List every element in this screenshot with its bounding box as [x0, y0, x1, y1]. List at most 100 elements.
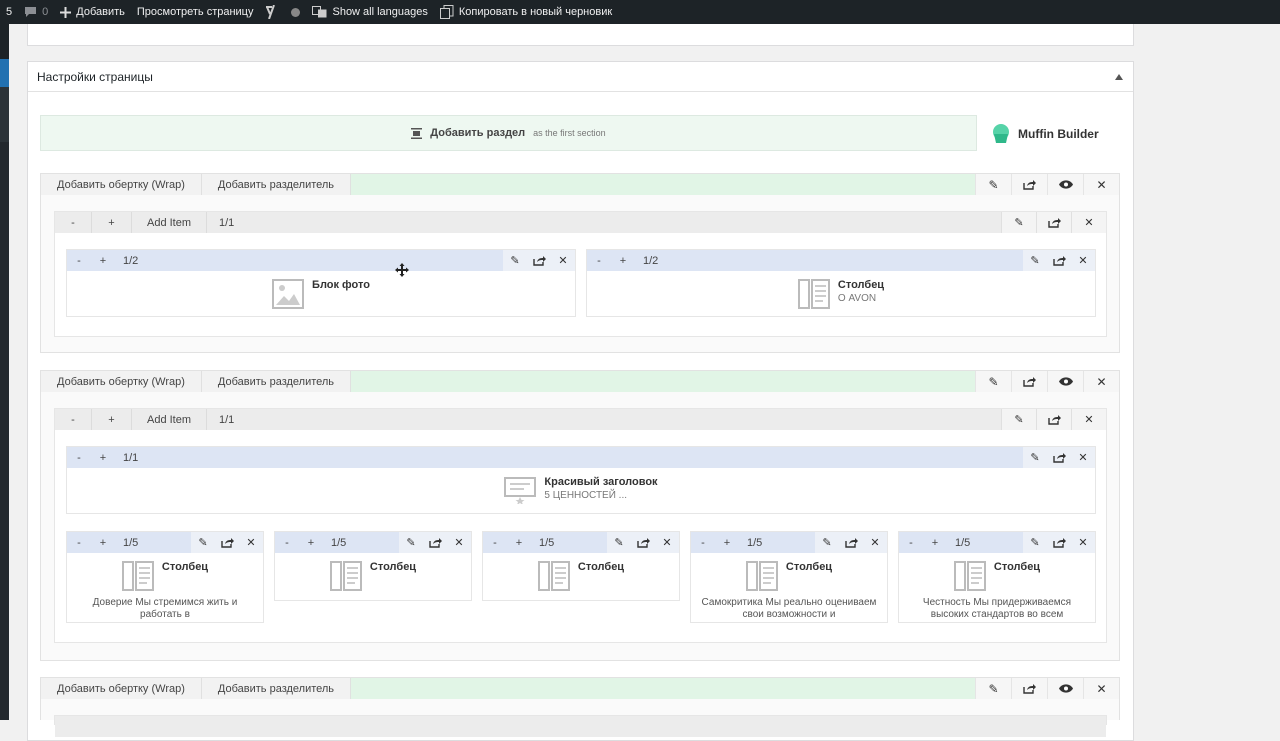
column-text-item[interactable]: Столбец	[67, 553, 263, 591]
wrap-increase-button[interactable]: +	[92, 409, 132, 430]
pencil-icon[interactable]: ✎	[815, 532, 839, 553]
admin-bar-number[interactable]: 5	[0, 0, 18, 24]
pencil-icon[interactable]: ✎	[1023, 447, 1047, 468]
column-actions: ✎ ✕	[815, 532, 887, 553]
collapse-arrow-icon[interactable]	[1115, 73, 1123, 80]
pencil-icon[interactable]: ✎	[191, 532, 215, 553]
section-drag-handle[interactable]	[351, 678, 975, 699]
add-wrap-button[interactable]: Добавить обертку (Wrap)	[41, 678, 202, 699]
export-icon[interactable]	[631, 532, 655, 553]
column-increase-button[interactable]: +	[715, 532, 739, 553]
languages-link[interactable]: Show all languages	[306, 0, 433, 24]
column-increase-button[interactable]: +	[507, 532, 531, 553]
column-text-item[interactable]: Столбец О AVON	[587, 271, 1095, 309]
export-icon[interactable]	[1011, 371, 1047, 392]
column-text-item[interactable]: Столбец	[275, 553, 471, 591]
add-divider-button[interactable]: Добавить разделитель	[201, 371, 352, 392]
item-description: Честность Мы придерживаемся высоких стан…	[922, 597, 1072, 620]
close-icon[interactable]: ✕	[863, 532, 887, 553]
section-drag-handle[interactable]	[351, 174, 975, 195]
close-icon[interactable]: ✕	[1071, 409, 1106, 430]
wrap-increase-button[interactable]: +	[92, 212, 132, 233]
export-icon[interactable]	[1047, 447, 1071, 468]
postbox-header[interactable]: Настройки страницы	[28, 62, 1133, 92]
menu-block	[0, 87, 9, 142]
export-icon[interactable]	[1011, 678, 1047, 699]
close-icon[interactable]: ✕	[1083, 371, 1119, 392]
column-decrease-button[interactable]: -	[67, 532, 91, 553]
column-text-item[interactable]: Столбец	[899, 553, 1095, 591]
close-icon[interactable]: ✕	[1083, 678, 1119, 699]
section-drag-handle[interactable]	[351, 371, 975, 392]
export-icon[interactable]	[215, 532, 239, 553]
export-icon[interactable]	[527, 250, 551, 271]
column-increase-button[interactable]: +	[91, 532, 115, 553]
close-icon[interactable]: ✕	[1071, 212, 1106, 233]
fancy-heading-item[interactable]: Красивый заголовок 5 ЦЕННОСТЕЙ ...	[67, 468, 1095, 504]
close-icon[interactable]: ✕	[551, 250, 575, 271]
item-text: Столбец	[786, 561, 832, 591]
close-icon[interactable]: ✕	[1071, 447, 1095, 468]
export-icon[interactable]	[839, 532, 863, 553]
column-decrease-button[interactable]: -	[67, 447, 91, 468]
column-decrease-button[interactable]: -	[483, 532, 507, 553]
pencil-icon[interactable]: ✎	[1023, 250, 1047, 271]
add-section-button[interactable]: Добавить раздел as the first section	[40, 115, 977, 151]
close-icon[interactable]: ✕	[1083, 174, 1119, 195]
eye-icon[interactable]	[1047, 678, 1083, 699]
column-item: - + 1/2 ✎ ✕ Блок фото	[66, 249, 576, 317]
close-icon[interactable]: ✕	[655, 532, 679, 553]
add-section-label: Добавить раздел	[430, 127, 526, 139]
pencil-icon[interactable]: ✎	[1023, 532, 1047, 553]
add-wrap-button[interactable]: Добавить обертку (Wrap)	[41, 174, 202, 195]
add-item-button[interactable]: Add Item	[132, 409, 207, 430]
wrap-decrease-button[interactable]: -	[55, 409, 92, 430]
column-text-item[interactable]: Столбец	[691, 553, 887, 591]
add-divider-button[interactable]: Добавить разделитель	[201, 174, 352, 195]
column-text-item[interactable]: Столбец	[483, 553, 679, 591]
add-new-link[interactable]: Добавить	[54, 0, 131, 24]
comments-link[interactable]: 0	[18, 0, 54, 24]
eye-icon[interactable]	[1047, 174, 1083, 195]
export-icon[interactable]	[1011, 174, 1047, 195]
column-increase-button[interactable]: +	[91, 447, 115, 468]
photo-block-item[interactable]: Блок фото	[67, 271, 575, 309]
close-icon[interactable]: ✕	[1071, 532, 1095, 553]
yoast-menu[interactable]	[259, 0, 306, 24]
column-decrease-button[interactable]: -	[691, 532, 715, 553]
column-increase-button[interactable]: +	[923, 532, 947, 553]
copy-draft-link[interactable]: Копировать в новый черновик	[434, 0, 618, 24]
column-decrease-button[interactable]: -	[67, 250, 91, 271]
view-page-link[interactable]: Просмотреть страницу	[131, 0, 260, 24]
column-decrease-button[interactable]: -	[587, 250, 611, 271]
wrap: - + Add Item 1/1 ✎ ✕ - + 1/1 ✎ ✕ Красивы…	[54, 408, 1107, 643]
pencil-icon[interactable]: ✎	[503, 250, 527, 271]
eye-icon[interactable]	[1047, 371, 1083, 392]
wrap-decrease-button[interactable]: -	[55, 212, 92, 233]
export-icon[interactable]	[1047, 532, 1071, 553]
add-item-button[interactable]: Add Item	[132, 212, 207, 233]
pencil-icon[interactable]: ✎	[1001, 212, 1036, 233]
close-icon[interactable]: ✕	[239, 532, 263, 553]
column-icon	[537, 561, 570, 591]
pencil-icon[interactable]: ✎	[399, 532, 423, 553]
pencil-icon[interactable]: ✎	[607, 532, 631, 553]
column-increase-button[interactable]: +	[611, 250, 635, 271]
close-icon[interactable]: ✕	[1071, 250, 1095, 271]
column-decrease-button[interactable]: -	[899, 532, 923, 553]
column-decrease-button[interactable]: -	[275, 532, 299, 553]
close-icon[interactable]: ✕	[447, 532, 471, 553]
export-icon[interactable]	[1047, 250, 1071, 271]
pencil-icon[interactable]: ✎	[1001, 409, 1036, 430]
pencil-icon[interactable]: ✎	[975, 371, 1011, 392]
column-toolbar: - + 1/2 ✎ ✕	[67, 250, 575, 271]
column-increase-button[interactable]: +	[91, 250, 115, 271]
pencil-icon[interactable]: ✎	[975, 678, 1011, 699]
export-icon[interactable]	[1036, 212, 1071, 233]
export-icon[interactable]	[1036, 409, 1071, 430]
add-wrap-button[interactable]: Добавить обертку (Wrap)	[41, 371, 202, 392]
column-increase-button[interactable]: +	[299, 532, 323, 553]
pencil-icon[interactable]: ✎	[975, 174, 1011, 195]
export-icon[interactable]	[423, 532, 447, 553]
add-divider-button[interactable]: Добавить разделитель	[201, 678, 352, 699]
